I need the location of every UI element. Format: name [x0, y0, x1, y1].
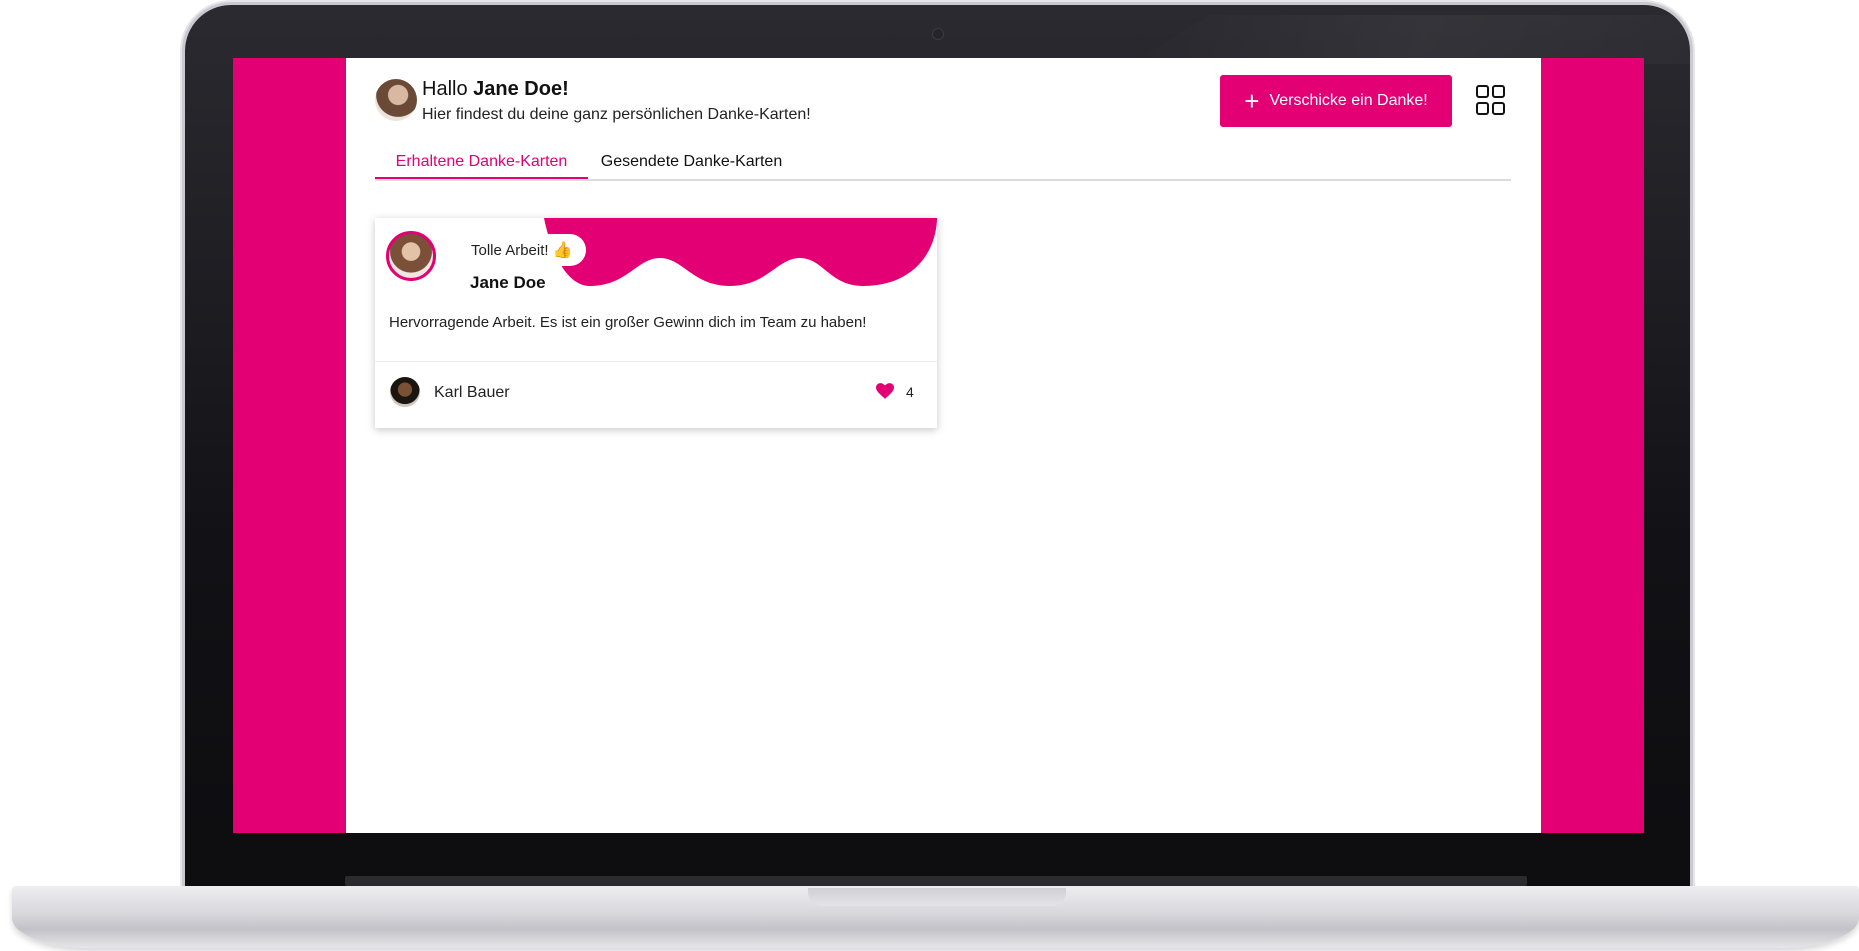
card-sender-name: Karl Bauer — [434, 384, 510, 401]
greeting: Hallo Jane Doe! — [422, 78, 569, 101]
card-category-badge: Tolle Arbeit! 👍 — [457, 234, 587, 266]
card-badge-label: Tolle Arbeit! — [471, 241, 549, 259]
laptop-screen: Hallo Jane Doe! Hier findest du deine ga… — [233, 58, 1644, 833]
card-message: Hervorragende Arbeit. Es ist ein großer … — [389, 314, 867, 331]
card-recipient-name: Jane Doe — [470, 273, 546, 292]
thumbs-up-icon: 👍 — [552, 242, 573, 259]
card-divider — [375, 361, 937, 362]
sender-avatar — [390, 377, 420, 407]
lid-glare — [1130, 15, 1859, 64]
tab-sent-cards[interactable]: Gesendete Danke-Karten — [588, 145, 795, 179]
tab-received-cards[interactable]: Erhaltene Danke-Karten — [375, 145, 588, 179]
user-avatar[interactable] — [375, 79, 417, 121]
like-count: 4 — [906, 384, 914, 400]
active-tab-indicator — [375, 177, 588, 179]
app-content: Hallo Jane Doe! Hier findest du deine ga… — [346, 58, 1541, 833]
greeting-prefix: Hallo — [422, 78, 468, 100]
laptop-camera — [932, 28, 944, 40]
laptop-hinge — [345, 876, 1527, 886]
plus-icon: + — [1244, 86, 1260, 116]
tab-bar: Erhaltene Danke-Karten Gesendete Danke-K… — [375, 145, 1511, 181]
laptop-base-notch — [808, 888, 1066, 906]
grid-view-icon[interactable] — [1476, 85, 1506, 115]
send-thanks-button[interactable]: + Verschicke ein Danke! — [1220, 75, 1452, 127]
send-thanks-label: Verschicke ein Danke! — [1269, 92, 1428, 109]
greeting-user-name: Jane Doe! — [473, 78, 569, 100]
recipient-avatar — [386, 231, 436, 281]
thank-you-card[interactable]: Tolle Arbeit! 👍 Jane Doe Hervorragende A… — [375, 218, 937, 428]
page-subtitle: Hier findest du deine ganz persönlichen … — [422, 106, 811, 123]
heart-icon[interactable] — [876, 383, 894, 399]
